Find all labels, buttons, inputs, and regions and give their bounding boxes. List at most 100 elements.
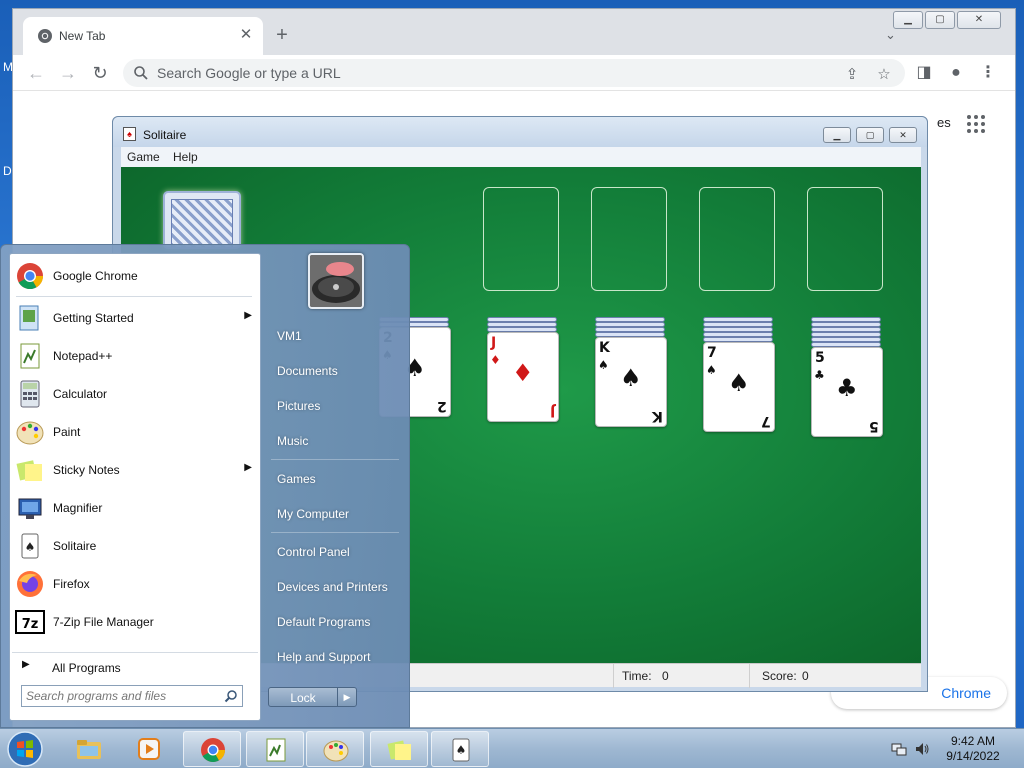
calculator-icon — [15, 379, 45, 409]
google-apps-grid-icon[interactable] — [967, 115, 987, 135]
omnibox-input[interactable] — [157, 64, 797, 82]
maximize-button[interactable]: ▢ — [856, 127, 884, 143]
taskbar-media-player[interactable] — [120, 731, 178, 767]
start-right-item-label: Documents — [277, 364, 338, 378]
taskbar-explorer[interactable] — [60, 731, 118, 767]
solitaire-title-bar[interactable]: ♠ Solitaire ▁ ▢ ✕ — [113, 117, 927, 147]
search-icon — [224, 690, 237, 703]
tableau-card[interactable]: 5 ♣ ♣ 5 — [811, 347, 883, 437]
start-program-getting-started[interactable]: Getting Started ▶ — [12, 300, 258, 336]
search-icon — [134, 66, 148, 80]
start-right-item-my-computer[interactable]: My Computer — [265, 499, 403, 529]
close-button[interactable]: ✕ — [957, 11, 1001, 29]
start-button[interactable] — [5, 730, 45, 768]
start-program-calculator[interactable]: Calculator — [12, 376, 258, 412]
start-program-label: Paint — [53, 425, 81, 439]
menu-help[interactable]: Help — [173, 150, 198, 164]
new-tab-plus-icon[interactable]: + — [271, 25, 293, 47]
taskbar-paint[interactable] — [306, 731, 364, 767]
start-right-item-help-and-support[interactable]: Help and Support — [265, 642, 403, 672]
start-program-solitaire[interactable]: ♠ Solitaire — [12, 528, 258, 564]
start-search-box[interactable] — [21, 685, 243, 707]
minimize-button[interactable]: ▁ — [893, 11, 923, 29]
clock-time: 9:42 AM — [950, 734, 996, 748]
start-program-chrome[interactable]: Google Chrome — [12, 258, 258, 294]
reload-icon[interactable]: ↻ — [89, 62, 111, 84]
user-avatar[interactable] — [308, 253, 364, 309]
start-right-item-documents[interactable]: Documents — [265, 356, 403, 386]
tableau-card[interactable]: K ♠ ♠ K — [595, 337, 667, 427]
start-program-paint[interactable]: Paint — [12, 414, 258, 450]
lock-options-arrow-icon[interactable]: ▶ — [337, 687, 357, 707]
7zip-icon: 7z — [15, 607, 45, 637]
forward-arrow-icon[interactable]: → — [57, 62, 79, 84]
minimize-button[interactable]: ▁ — [823, 127, 851, 143]
tab-search-chevron-icon[interactable]: ⌄ — [885, 27, 903, 45]
start-program-7zip[interactable]: 7z 7-Zip File Manager — [12, 604, 258, 640]
start-program-magnifier[interactable]: Magnifier — [12, 490, 258, 526]
chrome-icon — [15, 261, 45, 291]
address-bar[interactable]: ⇪ ☆ — [123, 59, 905, 87]
foundation-slot[interactable] — [807, 187, 883, 291]
taskbar-solitaire[interactable]: ♠ — [431, 731, 489, 767]
desktop-icon-label-fragment: D — [3, 164, 12, 178]
foundation-slot[interactable] — [483, 187, 559, 291]
card-rank: K — [599, 340, 610, 356]
foundation-slot[interactable] — [699, 187, 775, 291]
volume-icon[interactable] — [914, 741, 930, 757]
all-programs-label: All Programs — [52, 661, 121, 675]
tab-new-tab[interactable]: New Tab ✕ — [23, 17, 263, 55]
network-icon[interactable] — [891, 741, 907, 757]
close-button[interactable]: ✕ — [889, 127, 917, 143]
start-program-firefox[interactable]: Firefox — [12, 566, 258, 602]
taskbar-chrome[interactable] — [183, 731, 241, 767]
start-right-item-music[interactable]: Music — [265, 426, 403, 456]
start-program-notepadpp[interactable]: Notepad++ — [12, 338, 258, 374]
start-program-label: Sticky Notes — [53, 463, 120, 477]
chrome-favicon-icon — [38, 29, 52, 43]
lock-button[interactable]: Lock — [268, 687, 338, 707]
start-right-item-vm1[interactable]: VM1 — [265, 321, 403, 351]
start-search-input[interactable] — [26, 689, 216, 703]
start-right-item-devices-and-printers[interactable]: Devices and Printers — [265, 572, 403, 602]
card-rank: J — [491, 335, 497, 351]
tab-title: New Tab — [59, 29, 106, 43]
menu-game[interactable]: Game — [127, 150, 160, 164]
maximize-button[interactable]: ▢ — [925, 11, 955, 29]
start-right-item-label: Music — [277, 434, 309, 448]
profile-avatar-icon[interactable]: ● — [945, 62, 967, 84]
start-right-item-games[interactable]: Games — [265, 464, 403, 494]
bookmark-star-icon[interactable]: ☆ — [875, 66, 893, 84]
start-right-item-pictures[interactable]: Pictures — [265, 391, 403, 421]
share-icon[interactable]: ⇪ — [843, 66, 861, 84]
start-right-item-label: VM1 — [277, 329, 302, 343]
start-menu-separator — [16, 296, 252, 297]
chrome-window-controls: ▁ ▢ ✕ — [893, 11, 1001, 29]
card-rank: J — [549, 403, 555, 419]
submenu-arrow-icon[interactable]: ▶ — [244, 462, 252, 473]
taskbar-sticky-notes[interactable] — [370, 731, 428, 767]
sticky-notes-icon — [15, 455, 45, 485]
foundation-slot[interactable] — [591, 187, 667, 291]
submenu-arrow-icon[interactable]: ▶ — [244, 310, 252, 321]
tableau-card[interactable]: 7 ♠ ♠ 7 — [703, 342, 775, 432]
all-programs-button[interactable]: ▶ All Programs — [12, 652, 258, 678]
start-program-sticky-notes[interactable]: Sticky Notes ▶ — [12, 452, 258, 488]
start-right-item-label: My Computer — [277, 507, 350, 521]
start-right-item-control-panel[interactable]: Control Panel — [265, 537, 403, 567]
tableau-card[interactable]: J ♦ ♦ J — [487, 332, 559, 422]
card-rank: 5 — [815, 350, 825, 366]
menu-dots-icon[interactable]: ⋮ — [977, 62, 999, 84]
card-rank: 2 — [437, 398, 447, 414]
stock-pile[interactable] — [163, 191, 241, 249]
taskbar-notepadpp[interactable] — [246, 731, 304, 767]
score-display: Score: 0 — [749, 664, 921, 688]
system-clock[interactable]: 9:42 AM 9/14/2022 — [938, 734, 1008, 764]
side-panel-icon[interactable]: ◨ — [913, 62, 935, 84]
start-program-label: Solitaire — [53, 539, 97, 553]
time-display: Time: 0 — [613, 664, 749, 688]
tab-close-icon[interactable]: ✕ — [237, 26, 255, 44]
back-arrow-icon[interactable]: ← — [25, 62, 47, 84]
start-right-item-default-programs[interactable]: Default Programs — [265, 607, 403, 637]
ntp-link-fragment[interactable]: es — [937, 115, 951, 130]
